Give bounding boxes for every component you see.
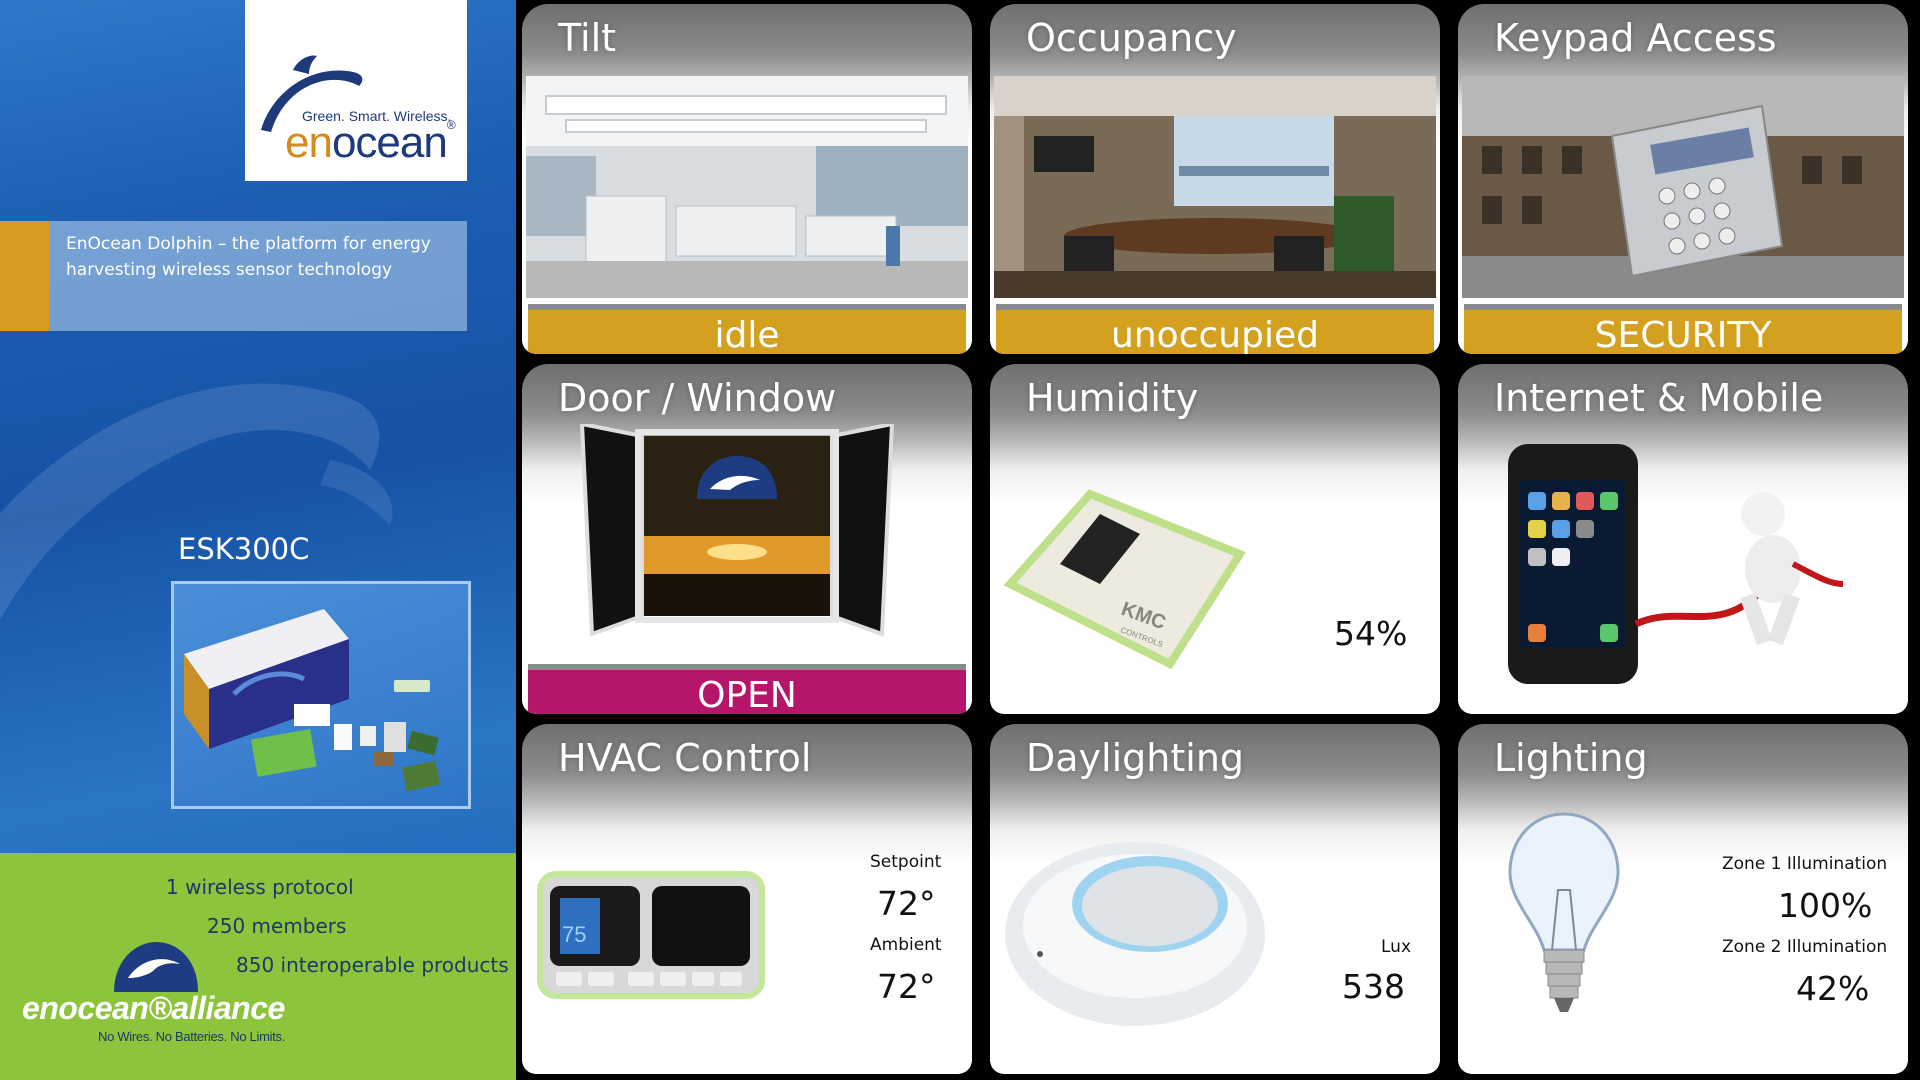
status-band: idle — [528, 304, 966, 354]
tile-daylighting[interactable]: Daylighting Lux 538 — [990, 724, 1440, 1074]
daylight-sensor-image — [1000, 834, 1270, 1044]
ambient-label: Ambient — [870, 935, 942, 955]
status-band: OPEN — [528, 664, 966, 714]
tile-internet-mobile[interactable]: Internet & Mobile — [1458, 364, 1908, 714]
thermostat-display: 75 — [562, 922, 586, 947]
tile-title: Daylighting — [1026, 736, 1245, 780]
tile-humidity[interactable]: Humidity KMC CONTROLS 54% — [990, 364, 1440, 714]
setpoint-label: Setpoint — [870, 852, 942, 872]
stat-protocol: 1 wireless protocol — [166, 875, 354, 899]
zone1-value: 100% — [1778, 886, 1873, 925]
smartphone-illustration — [1508, 444, 1868, 684]
alliance-panel: 1 wireless protocol 250 members 850 inte… — [0, 853, 516, 1080]
tile-title: Door / Window — [558, 376, 837, 420]
tile-lighting[interactable]: Lighting Zone 1 Illumination 100% Zone 2… — [1458, 724, 1908, 1074]
tile-tilt[interactable]: Tilt idle — [522, 4, 972, 354]
keypad-photo — [1462, 76, 1904, 298]
tile-hvac-control[interactable]: HVAC Control 75 Setpoint 72° Ambient 72° — [522, 724, 972, 1074]
brand-panel: Green. Smart. Wireless. enocean® EnOcean… — [0, 0, 516, 1080]
lux-value: 538 — [1342, 967, 1405, 1006]
open-window-illustration — [572, 421, 912, 644]
accent-bar — [0, 221, 49, 331]
ambient-value: 72° — [877, 967, 936, 1006]
alliance-slogan: No Wires. No Batteries. No Limits. — [98, 1029, 286, 1044]
light-bulb-icon — [1504, 810, 1624, 1040]
zone2-value: 42% — [1796, 969, 1870, 1008]
alliance-dolphin-icon — [114, 942, 198, 992]
alliance-wordmark: enocean®alliance — [22, 990, 285, 1026]
tile-title: Internet & Mobile — [1494, 376, 1824, 420]
enocean-logo: Green. Smart. Wireless. enocean® — [245, 0, 467, 181]
setpoint-value: 72° — [877, 884, 936, 923]
lux-label: Lux — [1381, 937, 1412, 957]
humidity-value: 54% — [1334, 614, 1408, 653]
tile-keypad-access[interactable]: Keypad Access SECURITY — [1458, 4, 1908, 354]
office-photo — [526, 76, 968, 298]
tile-title: HVAC Control — [558, 736, 812, 780]
humidity-sensor-image: KMC CONTROLS — [1000, 454, 1260, 684]
kit-title: ESK300C — [178, 532, 310, 566]
tile-title: Keypad Access — [1494, 16, 1777, 60]
tile-title: Tilt — [558, 16, 617, 60]
status-band: SECURITY — [1464, 304, 1902, 354]
tile-title: Lighting — [1494, 736, 1648, 780]
stat-products: 850 interoperable products — [236, 953, 509, 977]
platform-description: EnOcean Dolphin – the platform for energ… — [49, 221, 467, 331]
zone1-label: Zone 1 Illumination — [1722, 854, 1888, 874]
tile-occupancy[interactable]: Occupancy unoccupied — [990, 4, 1440, 354]
tile-title: Humidity — [1026, 376, 1199, 420]
conference-room-photo — [994, 76, 1436, 298]
tile-door-window[interactable]: Door / Window OPEN — [522, 364, 972, 714]
brand-wordmark: enocean® — [285, 118, 456, 167]
zone2-label: Zone 2 Illumination — [1722, 937, 1888, 957]
thermostat-image: 75 — [536, 870, 766, 1000]
stat-members: 250 members — [207, 914, 347, 938]
starter-kit-illustration — [184, 609, 441, 792]
tile-title: Occupancy — [1026, 16, 1237, 60]
status-band: unoccupied — [996, 304, 1434, 354]
kit-image — [171, 581, 471, 809]
